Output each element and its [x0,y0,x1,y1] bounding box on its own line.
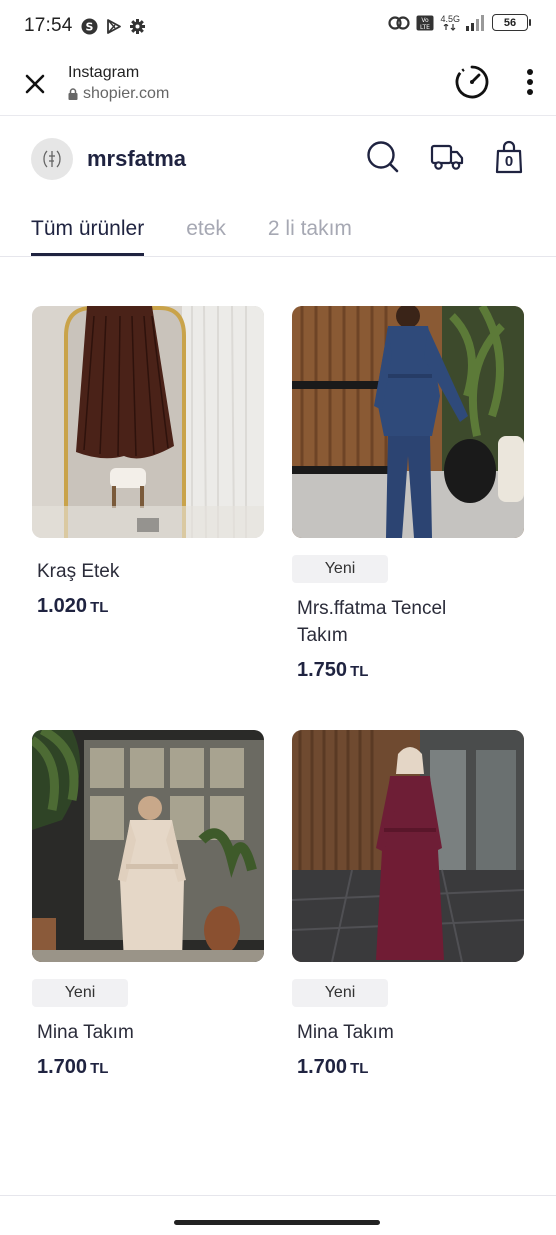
price-amount: 1.700 [37,1056,88,1078]
browser-page-title: Instagram [68,64,140,81]
svg-text:LTE: LTE [420,24,430,31]
product-price: 1.020 TL [32,595,264,618]
product-name[interactable]: Mrs.ffatma Tencel Takım [292,595,492,649]
product-image[interactable] [292,306,524,538]
product-price: 1.700 TL [32,1056,264,1079]
product-card[interactable]: Kraş Etek 1.020 TL [32,306,264,618]
browser-toolbar: Instagram shopier.com [0,52,556,116]
browser-url-text: shopier.com [83,85,170,102]
store-avatar[interactable] [31,138,73,180]
tab-skirt[interactable]: etek [186,202,226,256]
new-badge: Yeni [292,555,388,583]
product-card[interactable]: Yeni Mrs.ffatma Tencel Takım 1.750 TL [292,306,524,682]
new-badge: Yeni [292,979,388,1007]
status-system-icons: Vo LTE 4.5G 56 [388,13,531,31]
network-type-label: 4.5G [440,13,460,24]
category-tabs: Tüm ürünler etek 2 li takım [0,202,556,257]
product-image[interactable] [32,306,264,538]
store-header: mrsfatma 0 [0,116,556,202]
price-currency: TL [90,599,109,616]
price-amount: 1.700 [297,1056,348,1078]
search-icon[interactable] [366,140,400,174]
status-bar: 17:54 S Vo LTE 4.5G 56 [0,0,556,52]
cart-count: 0 [504,153,514,170]
price-amount: 1.750 [297,659,348,681]
price-currency: TL [90,1060,109,1077]
new-badge: Yeni [32,979,128,1007]
store-logo-icon [43,150,61,168]
close-icon [25,74,45,93]
store-header-actions: 0 [366,140,524,174]
svg-text:S: S [85,20,93,33]
product-photo-blue-set [292,306,524,538]
product-name[interactable]: Mina Takım [32,1019,264,1046]
price-currency: TL [350,1060,369,1077]
product-card[interactable]: Yeni Mina Takım 1.700 TL [32,730,264,1079]
product-photo-skirt [32,306,264,538]
product-photo-cream-set [32,730,264,962]
product-card[interactable]: Yeni Mina Takım 1.700 TL [292,730,524,1079]
product-image[interactable] [32,730,264,962]
signal-strength-icon [466,14,484,31]
tab-two-piece-set[interactable]: 2 li takım [268,202,352,256]
cart-button[interactable]: 0 [494,140,524,174]
svg-text:Vo: Vo [422,17,430,24]
net-indicator: 4.5G [440,13,460,31]
speed-gauge-icon[interactable] [454,64,490,100]
status-notification-icons: S [81,18,146,35]
tab-all-products[interactable]: Tüm ürünler [31,202,145,256]
price-currency: TL [350,663,369,680]
play-store-icon [106,18,121,34]
delivery-truck-icon[interactable] [430,141,464,173]
price-amount: 1.020 [37,595,88,617]
link-icon [388,15,411,30]
more-menu-icon[interactable] [526,69,534,95]
bottom-divider [0,1195,556,1235]
close-button[interactable] [18,67,52,101]
shazam-s-icon: S [81,18,98,34]
settings-gear-icon [129,18,145,34]
lock-icon [68,88,78,100]
data-arrows-icon [443,23,456,31]
product-price: 1.750 TL [292,659,524,682]
product-name[interactable]: Mina Takım [292,1019,524,1046]
product-price: 1.700 TL [292,1056,524,1079]
volte-icon: VoLTE [416,15,434,31]
browser-url: shopier.com [68,85,169,103]
product-image[interactable] [292,730,524,962]
store-name[interactable]: mrsfatma [87,146,186,172]
battery-indicator: 56 [492,14,531,31]
browser-actions [454,64,534,100]
browser-title-block: Instagram shopier.com [68,64,169,103]
product-name[interactable]: Kraş Etek [32,558,264,585]
product-photo-plum-set [292,730,524,962]
home-gesture-bar[interactable] [174,1220,380,1225]
status-time: 17:54 [24,15,73,36]
